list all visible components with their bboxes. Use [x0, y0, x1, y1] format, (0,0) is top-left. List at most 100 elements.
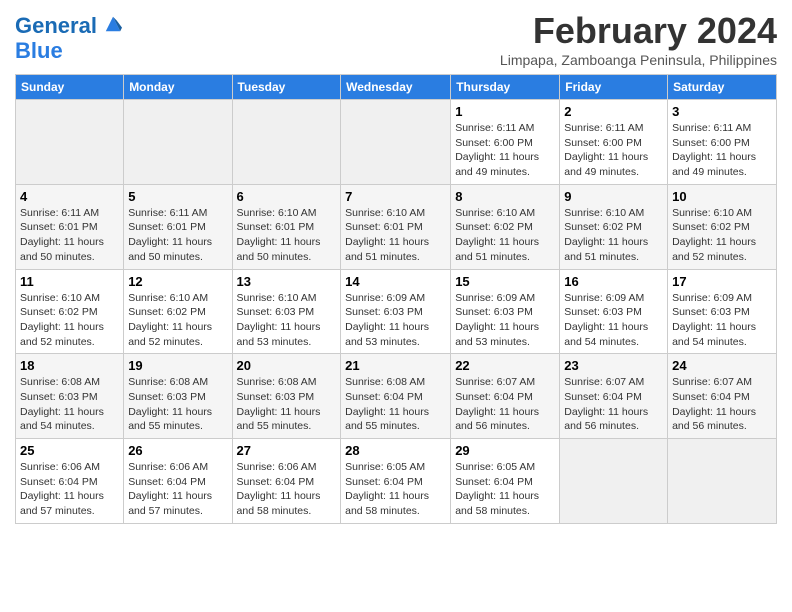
calendar-cell: 8 Sunrise: 6:10 AM Sunset: 6:02 PM Daylig…	[451, 184, 560, 269]
day-number: 26	[128, 443, 227, 458]
calendar-cell: 21 Sunrise: 6:08 AM Sunset: 6:04 PM Dayli…	[341, 354, 451, 439]
day-number: 14	[345, 274, 446, 289]
day-detail: Sunrise: 6:10 AM Sunset: 6:02 PM Dayligh…	[128, 291, 227, 350]
day-of-week-header: Thursday	[451, 75, 560, 100]
day-number: 15	[455, 274, 555, 289]
calendar-cell: 25Sunrise: 6:06 AM Sunset: 6:04 PM Dayli…	[16, 439, 124, 524]
day-number: 8	[455, 189, 555, 204]
calendar-cell: 10 Sunrise: 6:10 AM Sunset: 6:02 PM Dayli…	[668, 184, 777, 269]
day-detail: Sunrise: 6:11 AM Sunset: 6:01 PM Dayligh…	[20, 206, 119, 265]
day-number: 16	[564, 274, 663, 289]
calendar-cell: 26 Sunrise: 6:06 AM Sunset: 6:04 PM Dayli…	[124, 439, 232, 524]
day-number: 6	[237, 189, 337, 204]
calendar-cell	[668, 439, 777, 524]
day-number: 2	[564, 104, 663, 119]
day-detail: Sunrise: 6:07 AM Sunset: 6:04 PM Dayligh…	[672, 375, 772, 434]
calendar-cell: 9 Sunrise: 6:10 AM Sunset: 6:02 PM Daylig…	[560, 184, 668, 269]
location-title: Limpapa, Zamboanga Peninsula, Philippine…	[500, 52, 777, 68]
logo-blue-text: Blue	[15, 38, 63, 64]
calendar-cell: 6 Sunrise: 6:10 AM Sunset: 6:01 PM Daylig…	[232, 184, 341, 269]
day-detail: Sunrise: 6:11 AM Sunset: 6:01 PM Dayligh…	[128, 206, 227, 265]
calendar-cell: 20 Sunrise: 6:08 AM Sunset: 6:03 PM Dayli…	[232, 354, 341, 439]
day-of-week-header: Tuesday	[232, 75, 341, 100]
calendar-cell: 2 Sunrise: 6:11 AM Sunset: 6:00 PM Daylig…	[560, 100, 668, 185]
calendar-cell: 22 Sunrise: 6:07 AM Sunset: 6:04 PM Dayli…	[451, 354, 560, 439]
day-of-week-header: Monday	[124, 75, 232, 100]
day-detail: Sunrise: 6:10 AM Sunset: 6:01 PM Dayligh…	[345, 206, 446, 265]
day-number: 22	[455, 358, 555, 373]
calendar-cell: 23 Sunrise: 6:07 AM Sunset: 6:04 PM Dayli…	[560, 354, 668, 439]
day-detail: Sunrise: 6:11 AM Sunset: 6:00 PM Dayligh…	[672, 121, 772, 180]
day-number: 10	[672, 189, 772, 204]
day-detail: Sunrise: 6:11 AM Sunset: 6:00 PM Dayligh…	[564, 121, 663, 180]
day-detail: Sunrise: 6:05 AM Sunset: 6:04 PM Dayligh…	[345, 460, 446, 519]
day-detail: Sunrise: 6:08 AM Sunset: 6:03 PM Dayligh…	[20, 375, 119, 434]
calendar-cell: 3 Sunrise: 6:11 AM Sunset: 6:00 PM Daylig…	[668, 100, 777, 185]
day-number: 5	[128, 189, 227, 204]
day-number: 20	[237, 358, 337, 373]
day-detail: Sunrise: 6:09 AM Sunset: 6:03 PM Dayligh…	[455, 291, 555, 350]
day-number: 27	[237, 443, 337, 458]
day-detail: Sunrise: 6:07 AM Sunset: 6:04 PM Dayligh…	[564, 375, 663, 434]
title-area: February 2024 Limpapa, Zamboanga Peninsu…	[500, 10, 777, 68]
day-detail: Sunrise: 6:08 AM Sunset: 6:03 PM Dayligh…	[128, 375, 227, 434]
day-number: 17	[672, 274, 772, 289]
day-number: 3	[672, 104, 772, 119]
calendar-cell: 29 Sunrise: 6:05 AM Sunset: 6:04 PM Dayli…	[451, 439, 560, 524]
day-number: 12	[128, 274, 227, 289]
day-of-week-header: Sunday	[16, 75, 124, 100]
day-number: 11	[20, 274, 119, 289]
day-detail: Sunrise: 6:07 AM Sunset: 6:04 PM Dayligh…	[455, 375, 555, 434]
month-title: February 2024	[500, 10, 777, 52]
day-detail: Sunrise: 6:10 AM Sunset: 6:02 PM Dayligh…	[672, 206, 772, 265]
calendar-cell	[560, 439, 668, 524]
calendar-cell: 14 Sunrise: 6:09 AM Sunset: 6:03 PM Dayli…	[341, 269, 451, 354]
logo: General Blue	[15, 14, 122, 64]
day-number: 19	[128, 358, 227, 373]
calendar-cell: 4 Sunrise: 6:11 AM Sunset: 6:01 PM Daylig…	[16, 184, 124, 269]
day-number: 7	[345, 189, 446, 204]
calendar-cell: 18Sunrise: 6:08 AM Sunset: 6:03 PM Dayli…	[16, 354, 124, 439]
day-of-week-header: Saturday	[668, 75, 777, 100]
day-detail: Sunrise: 6:08 AM Sunset: 6:03 PM Dayligh…	[237, 375, 337, 434]
calendar-cell: 28 Sunrise: 6:05 AM Sunset: 6:04 PM Dayli…	[341, 439, 451, 524]
day-number: 28	[345, 443, 446, 458]
day-number: 21	[345, 358, 446, 373]
day-detail: Sunrise: 6:09 AM Sunset: 6:03 PM Dayligh…	[564, 291, 663, 350]
day-detail: Sunrise: 6:08 AM Sunset: 6:04 PM Dayligh…	[345, 375, 446, 434]
day-number: 25	[20, 443, 119, 458]
logo-icon	[104, 15, 122, 33]
day-number: 23	[564, 358, 663, 373]
calendar-cell: 13 Sunrise: 6:10 AM Sunset: 6:03 PM Dayli…	[232, 269, 341, 354]
calendar-cell: 1Sunrise: 6:11 AM Sunset: 6:00 PM Daylig…	[451, 100, 560, 185]
logo-text: General	[15, 14, 122, 38]
calendar-cell: 5 Sunrise: 6:11 AM Sunset: 6:01 PM Daylig…	[124, 184, 232, 269]
day-detail: Sunrise: 6:06 AM Sunset: 6:04 PM Dayligh…	[128, 460, 227, 519]
calendar-cell: 24Sunrise: 6:07 AM Sunset: 6:04 PM Dayli…	[668, 354, 777, 439]
calendar-cell: 12 Sunrise: 6:10 AM Sunset: 6:02 PM Dayli…	[124, 269, 232, 354]
calendar-cell: 7 Sunrise: 6:10 AM Sunset: 6:01 PM Daylig…	[341, 184, 451, 269]
calendar-cell: 11 Sunrise: 6:10 AM Sunset: 6:02 PM Dayli…	[16, 269, 124, 354]
day-detail: Sunrise: 6:10 AM Sunset: 6:02 PM Dayligh…	[564, 206, 663, 265]
day-detail: Sunrise: 6:10 AM Sunset: 6:02 PM Dayligh…	[20, 291, 119, 350]
day-detail: Sunrise: 6:09 AM Sunset: 6:03 PM Dayligh…	[345, 291, 446, 350]
calendar-cell: 19 Sunrise: 6:08 AM Sunset: 6:03 PM Dayli…	[124, 354, 232, 439]
day-of-week-header: Friday	[560, 75, 668, 100]
calendar-cell	[124, 100, 232, 185]
calendar-cell: 27 Sunrise: 6:06 AM Sunset: 6:04 PM Dayli…	[232, 439, 341, 524]
day-of-week-header: Wednesday	[341, 75, 451, 100]
day-detail: Sunrise: 6:10 AM Sunset: 6:01 PM Dayligh…	[237, 206, 337, 265]
day-detail: Sunrise: 6:06 AM Sunset: 6:04 PM Dayligh…	[237, 460, 337, 519]
calendar-table: SundayMondayTuesdayWednesdayThursdayFrid…	[15, 74, 777, 524]
calendar-cell	[341, 100, 451, 185]
day-number: 9	[564, 189, 663, 204]
day-detail: Sunrise: 6:10 AM Sunset: 6:02 PM Dayligh…	[455, 206, 555, 265]
day-detail: Sunrise: 6:05 AM Sunset: 6:04 PM Dayligh…	[455, 460, 555, 519]
page-header: General Blue February 2024 Limpapa, Zamb…	[15, 10, 777, 68]
day-detail: Sunrise: 6:10 AM Sunset: 6:03 PM Dayligh…	[237, 291, 337, 350]
day-number: 13	[237, 274, 337, 289]
day-number: 29	[455, 443, 555, 458]
calendar-cell: 17Sunrise: 6:09 AM Sunset: 6:03 PM Dayli…	[668, 269, 777, 354]
day-number: 1	[455, 104, 555, 119]
day-number: 4	[20, 189, 119, 204]
